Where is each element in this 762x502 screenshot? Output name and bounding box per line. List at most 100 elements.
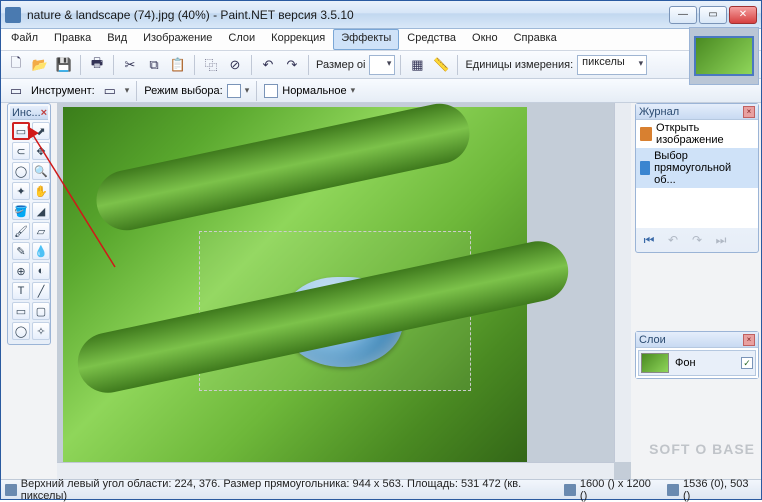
layers-close-button[interactable]: × <box>743 334 755 346</box>
canvas-area[interactable] <box>57 103 631 479</box>
print-button[interactable]: 🖶 <box>86 54 108 76</box>
menu-correction[interactable]: Коррекция <box>263 29 333 50</box>
tool-clone[interactable]: ⊕ <box>12 262 30 280</box>
new-file-button[interactable]: 🗋 <box>5 54 27 76</box>
normal-label: Нормальное <box>282 85 346 97</box>
toolbox-title-text: Инс... <box>12 107 41 119</box>
status-dims: 1600 () x 1200 () <box>580 478 659 502</box>
tool-rect[interactable]: ▭ <box>12 302 30 320</box>
selection-rect[interactable] <box>199 231 471 391</box>
deselect-button[interactable]: ⊘ <box>224 54 246 76</box>
paste-button[interactable]: 📋 <box>167 54 189 76</box>
main-toolbar: 🗋 📂 💾 🖶 ✂ ⧉ 📋 ⿻ ⊘ ↶ ↷ Размер оі ▦ 📏 Един… <box>1 51 761 79</box>
history-close-button[interactable]: × <box>743 106 755 118</box>
canvas-scrollbar-vertical[interactable] <box>614 103 631 462</box>
layers-title: Слои <box>639 334 666 346</box>
tool-move[interactable]: ✥ <box>32 142 50 160</box>
history-rewind-button[interactable]: ⏮ <box>640 232 658 248</box>
rulers-button[interactable]: 📏 <box>430 54 452 76</box>
watermark: SOFT O BASE <box>649 441 755 457</box>
history-item[interactable]: Выбор прямоугольной об... <box>636 148 758 188</box>
cut-button[interactable]: ✂ <box>119 54 141 76</box>
current-tool-icon[interactable]: ▭ <box>99 80 121 102</box>
tool-indicator-icon: ▭ <box>5 80 27 102</box>
instrument-label: Инструмент: <box>31 85 95 97</box>
canvas-image[interactable] <box>63 107 527 479</box>
document-thumbnail[interactable] <box>689 27 759 85</box>
menu-layers[interactable]: Слои <box>220 29 263 50</box>
menu-tools[interactable]: Средства <box>399 29 464 50</box>
open-image-icon <box>640 127 652 141</box>
tool-gradient[interactable]: ◢ <box>32 202 50 220</box>
minimize-button[interactable]: — <box>669 6 697 24</box>
layer-visible-checkbox[interactable]: ✓ <box>741 357 753 369</box>
menu-file[interactable]: Файл <box>3 29 46 50</box>
copy-button[interactable]: ⧉ <box>143 54 165 76</box>
crop-button[interactable]: ⿻ <box>200 54 222 76</box>
workspace: Инс... × ▭ ⬈ ⊂ ✥ ◯ 🔍 ✦ ✋ 🪣 ◢ 🖌 ▱ ✎ 💧 ⊕ ◐ <box>1 103 761 479</box>
menu-help[interactable]: Справка <box>506 29 565 50</box>
undo-button[interactable]: ↶ <box>257 54 279 76</box>
mode-dropdown-icon[interactable]: ▾ <box>245 85 250 96</box>
tool-line[interactable]: ╱ <box>32 282 50 300</box>
menu-window[interactable]: Окно <box>464 29 506 50</box>
menu-effects[interactable]: Эффекты <box>333 29 399 50</box>
history-panel[interactable]: Журнал × Открыть изображение Выбор прямо… <box>635 103 759 253</box>
tool-pencil[interactable]: ✎ <box>12 242 30 260</box>
menu-view[interactable]: Вид <box>99 29 135 50</box>
selection-info-icon <box>5 484 17 496</box>
units-label: Единицы измерения: <box>465 59 573 71</box>
canvas-scrollbar-horizontal[interactable] <box>57 462 614 479</box>
save-button[interactable]: 💾 <box>53 54 75 76</box>
normal-dropdown-icon[interactable]: ▾ <box>351 85 356 96</box>
history-list[interactable]: Открыть изображение Выбор прямоугольной … <box>636 120 758 228</box>
menu-image[interactable]: Изображение <box>135 29 220 50</box>
close-button[interactable]: ✕ <box>729 6 757 24</box>
tool-eraser[interactable]: ▱ <box>32 222 50 240</box>
history-redo-button[interactable]: ↷ <box>688 232 706 248</box>
tool-text[interactable]: T <box>12 282 30 300</box>
tool-ellipse[interactable]: ◯ <box>12 322 30 340</box>
tool-freeform[interactable]: ✧ <box>32 322 50 340</box>
tool-zoom[interactable]: 🔍 <box>32 162 50 180</box>
toolbox-panel[interactable]: Инс... × ▭ ⬈ ⊂ ✥ ◯ 🔍 ✦ ✋ 🪣 ◢ 🖌 ▱ ✎ 💧 ⊕ ◐ <box>7 103 51 345</box>
tool-brush[interactable]: 🖌 <box>12 222 30 240</box>
layer-row[interactable]: Фон ✓ <box>638 350 756 376</box>
tool-picker[interactable]: 💧 <box>32 242 50 260</box>
tool-move-selection[interactable]: ⬈ <box>32 122 50 140</box>
open-file-button[interactable]: 📂 <box>29 54 51 76</box>
maximize-button[interactable]: ▭ <box>699 6 727 24</box>
menu-edit[interactable]: Правка <box>46 29 99 50</box>
tool-lasso[interactable]: ⊂ <box>12 142 30 160</box>
app-icon <box>5 7 21 23</box>
rect-select-icon <box>640 161 650 175</box>
toolbox-title: Инс... × <box>10 106 48 120</box>
normal-check[interactable] <box>264 84 278 98</box>
tool-recolor[interactable]: ◐ <box>32 262 50 280</box>
app-window: nature & landscape (74).jpg (40%) - Pain… <box>0 0 762 500</box>
history-item[interactable]: Открыть изображение <box>636 120 758 148</box>
tool-rounded-rect[interactable]: ▢ <box>32 302 50 320</box>
redo-button[interactable]: ↷ <box>281 54 303 76</box>
tool-fill[interactable]: 🪣 <box>12 202 30 220</box>
tool-dropdown-icon[interactable]: ▾ <box>125 85 130 96</box>
tool-magic-wand[interactable]: ✦ <box>12 182 30 200</box>
selection-mode-check[interactable] <box>227 84 241 98</box>
titlebar[interactable]: nature & landscape (74).jpg (40%) - Pain… <box>1 1 761 29</box>
history-forward-button[interactable]: ⏭ <box>712 232 730 248</box>
tool-pan[interactable]: ✋ <box>32 182 50 200</box>
history-item-label: Открыть изображение <box>656 122 754 146</box>
history-item-label: Выбор прямоугольной об... <box>654 150 754 186</box>
size-combo[interactable] <box>369 55 395 75</box>
tool-ellipse-select[interactable]: ◯ <box>12 162 30 180</box>
tool-rect-select[interactable]: ▭ <box>12 122 30 140</box>
toolbox-close-button[interactable]: × <box>41 107 47 119</box>
history-undo-button[interactable]: ↶ <box>664 232 682 248</box>
layers-panel[interactable]: Слои × Фон ✓ <box>635 331 759 379</box>
cursor-icon <box>667 484 679 496</box>
statusbar: Верхний левый угол области: 224, 376. Ра… <box>1 479 761 499</box>
units-combo[interactable]: пикселы <box>577 55 647 75</box>
options-toolbar: ▭ Инструмент: ▭ ▾ Режим выбора: ▾ Нормал… <box>1 79 761 103</box>
grid-button[interactable]: ▦ <box>406 54 428 76</box>
mode-label: Режим выбора: <box>144 85 222 97</box>
